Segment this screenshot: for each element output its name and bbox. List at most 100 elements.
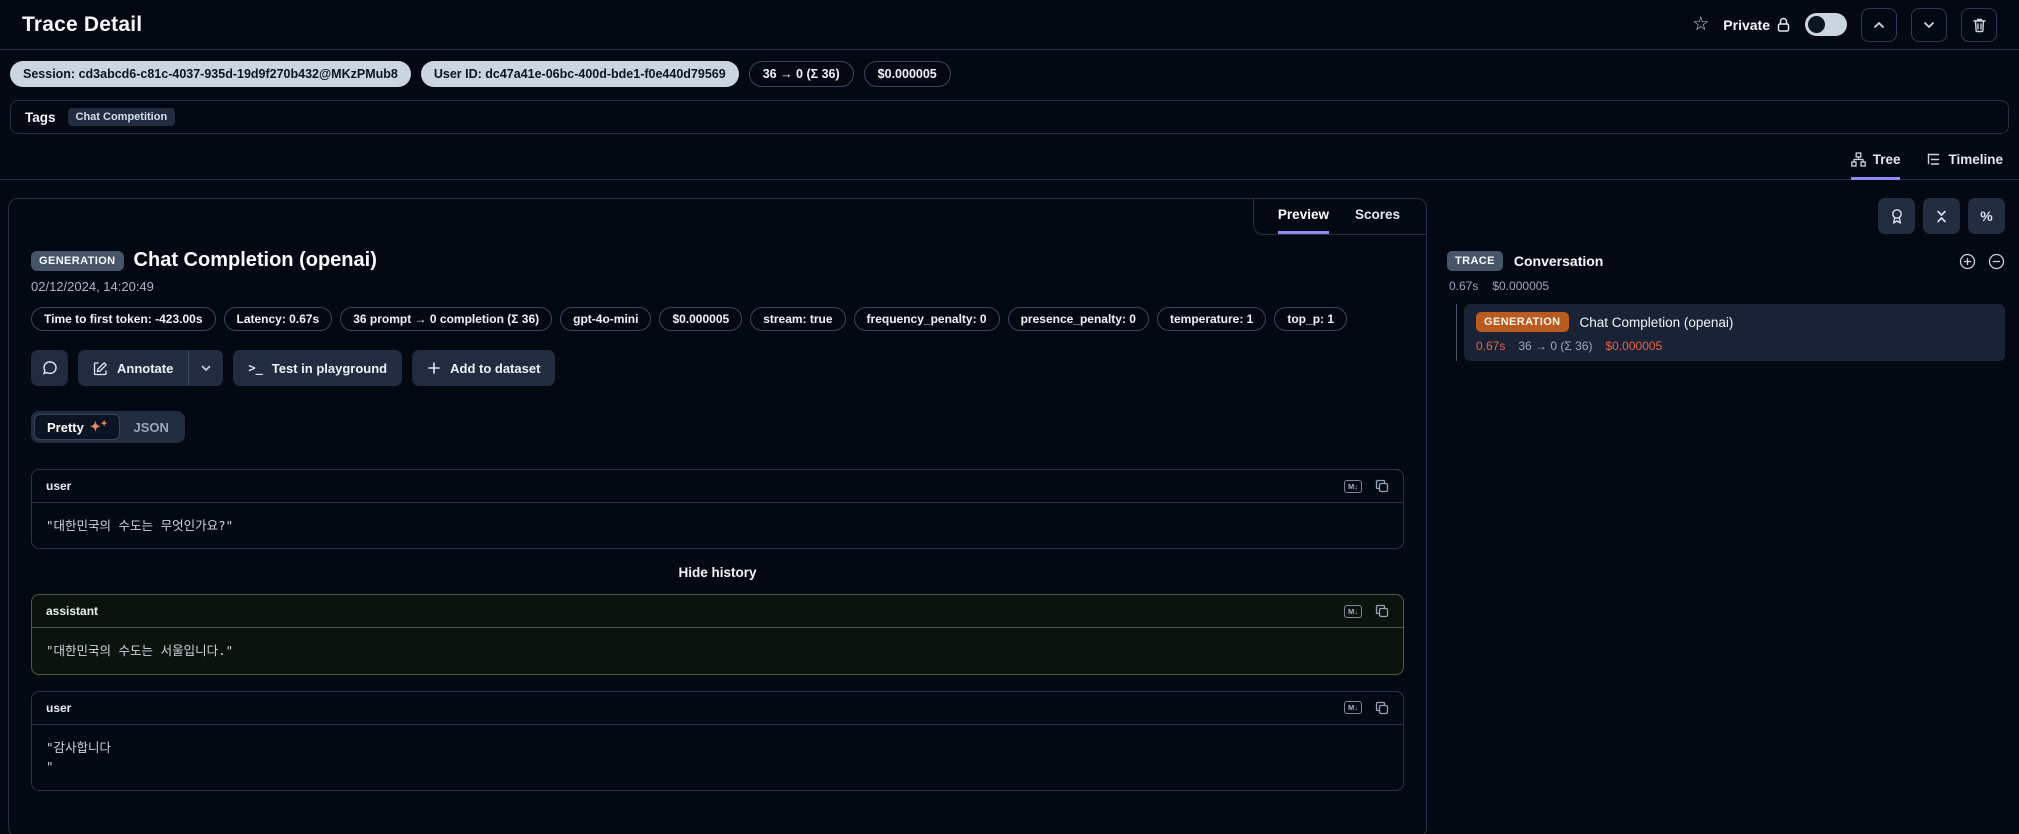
meta-badge-stream: stream: true <box>750 307 846 331</box>
node-title: Chat Completion (openai) <box>1579 314 1734 330</box>
message-header-icons: M↓ <box>1344 479 1389 493</box>
test-in-playground-button[interactable]: >_ Test in playground <box>233 350 403 386</box>
observation-title: Chat Completion (openai) <box>133 249 377 271</box>
trace-detail-page: Trace Detail ☆ Private Session: cd3abcd6… <box>0 0 2019 834</box>
token-usage-badge: 36 → 0 (Σ 36) <box>748 61 854 87</box>
plus-circle-icon[interactable] <box>1959 253 1976 270</box>
node-tokens: 36 → 0 (Σ 36) <box>1518 339 1593 353</box>
tags-row: Tags Chat Competition <box>10 100 2009 134</box>
prev-trace-button[interactable] <box>1861 7 1897 42</box>
minus-circle-icon[interactable] <box>1988 253 2005 270</box>
meta-badge-frequency-penalty: frequency_penalty: 0 <box>853 307 1000 331</box>
observation-preview-panel: Preview Scores GENERATION Chat Completio… <box>8 198 1427 834</box>
header-actions: ☆ Private <box>1692 7 1997 42</box>
page-header: Trace Detail ☆ Private <box>0 0 2019 50</box>
public-toggle[interactable] <box>1805 13 1847 36</box>
tab-timeline[interactable]: Timeline <box>1926 152 2003 180</box>
add-to-dataset-label: Add to dataset <box>450 360 541 376</box>
trace-root-row[interactable]: TRACE Conversation <box>1447 251 2005 271</box>
copy-icon[interactable] <box>1375 604 1389 618</box>
observation-timestamp: 02/12/2024, 14:20:49 <box>31 279 154 294</box>
meta-badge-latency: Latency: 0.67s <box>223 307 333 331</box>
markdown-toggle-icon[interactable]: M↓ <box>1344 701 1362 715</box>
meta-badge-tokens: 36 prompt → 0 completion (Σ 36) <box>340 307 553 331</box>
timeline-icon <box>1926 152 1941 167</box>
privacy-indicator: Private <box>1723 17 1791 33</box>
observation-meta-badges: Time to first token: -423.00s Latency: 0… <box>31 307 1391 331</box>
node-metrics: 0.67s 36 → 0 (Σ 36) $0.000005 <box>1476 339 1993 353</box>
award-icon <box>1889 208 1905 225</box>
message-role: user <box>46 479 72 493</box>
format-json[interactable]: JSON <box>120 415 181 440</box>
messages-list: user M↓ "대한민국의 수도는 무엇인가요?" Hide history … <box>31 469 1404 791</box>
message-user-1: user M↓ "대한민국의 수도는 무엇인가요?" <box>31 469 1404 550</box>
identifier-badges-row: Session: cd3abcd6-c81c-4037-935d-19d9f27… <box>0 50 2019 98</box>
tab-preview[interactable]: Preview <box>1277 207 1329 234</box>
session-badge[interactable]: Session: cd3abcd6-c81c-4037-935d-19d9f27… <box>10 61 411 87</box>
user-id-badge[interactable]: User ID: dc47a41e-06bc-400d-bde1-f0e440d… <box>420 61 739 87</box>
markdown-toggle-icon[interactable]: M↓ <box>1344 479 1362 493</box>
view-mode-tabs: Tree Timeline <box>0 134 2019 180</box>
format-pretty-label: Pretty <box>47 419 84 435</box>
tab-tree-label: Tree <box>1872 152 1901 167</box>
percent-icon: % <box>1980 208 1993 224</box>
annotate-label: Annotate <box>117 360 174 376</box>
tab-scores[interactable]: Scores <box>1355 207 1400 234</box>
tag-chip[interactable]: Chat Competition <box>67 108 176 126</box>
meta-badge-model[interactable]: gpt-4o-mini <box>560 307 652 331</box>
trace-latency: 0.67s <box>1449 279 1479 293</box>
message-header: assistant M↓ <box>32 595 1403 629</box>
message-role: assistant <box>46 604 99 619</box>
message-content: "감사합니다 " <box>46 739 112 775</box>
markdown-toggle-icon[interactable]: M↓ <box>1344 604 1362 618</box>
delete-trace-button[interactable] <box>1961 7 1997 42</box>
terminal-icon: >_ <box>248 361 263 375</box>
next-trace-button[interactable] <box>1911 7 1947 42</box>
content-area: Preview Scores GENERATION Chat Completio… <box>0 180 2019 834</box>
meta-badge-top-p: top_p: 1 <box>1274 307 1348 331</box>
sparkles-icon: ✦✦ <box>89 419 108 434</box>
observation-header: GENERATION Chat Completion (openai) <box>31 249 1404 272</box>
node-latency: 0.67s <box>1476 339 1506 353</box>
message-header-icons: M↓ <box>1344 701 1389 715</box>
comment-icon <box>42 360 58 376</box>
tab-tree[interactable]: Tree <box>1850 152 1901 180</box>
format-pretty[interactable]: Pretty ✦✦ <box>34 414 121 440</box>
message-user-2: user M↓ "감사합니다 " <box>31 690 1404 791</box>
tags-label: Tags <box>25 109 56 125</box>
node-cost: $0.000005 <box>1605 339 1663 353</box>
message-header: user M↓ <box>32 692 1403 725</box>
show-percent-button[interactable]: % <box>1968 198 2005 234</box>
copy-icon[interactable] <box>1375 479 1389 493</box>
format-toggle: Pretty ✦✦ JSON <box>31 411 185 443</box>
tree-node-row: GENERATION Chat Completion (openai) 0.67… <box>1447 304 2005 361</box>
meta-badge-cost: $0.000005 <box>659 307 743 331</box>
message-content: "대한민국의 수도는 서울입니다." <box>46 643 234 659</box>
meta-badge-temperature: temperature: 1 <box>1156 307 1267 331</box>
tree-connector-line <box>1456 304 1457 361</box>
annotate-button[interactable]: Annotate <box>78 350 189 386</box>
annotate-dropdown-button[interactable] <box>189 350 224 386</box>
star-icon[interactable]: ☆ <box>1692 13 1709 36</box>
preview-scores-tabs: Preview Scores <box>1252 199 1426 235</box>
playground-label: Test in playground <box>271 360 388 376</box>
comments-button[interactable] <box>31 350 68 386</box>
collapse-icon <box>1934 209 1949 224</box>
message-role: user <box>46 700 72 715</box>
tree-icon <box>1850 152 1866 167</box>
scores-toggle-button[interactable] <box>1878 198 1915 234</box>
trace-tree-panel: % TRACE Conversation 0.67s $0.000005 GEN… <box>1427 198 2019 361</box>
message-assistant: assistant M↓ "대한민국의 수도는 서울입니다." <box>31 594 1404 675</box>
message-header: user M↓ <box>32 470 1403 503</box>
observation-body: GENERATION Chat Completion (openai) 02/1… <box>9 235 1426 815</box>
chevron-up-icon <box>1872 18 1886 32</box>
generation-tree-node[interactable]: GENERATION Chat Completion (openai) 0.67… <box>1464 304 2005 361</box>
meta-badge-ttft: Time to first token: -423.00s <box>31 307 216 331</box>
observation-actions: Annotate >_ Test in playground Add to da… <box>31 350 1404 386</box>
collapse-all-button[interactable] <box>1923 198 1960 234</box>
total-cost-badge: $0.000005 <box>863 61 951 87</box>
add-to-dataset-button[interactable]: Add to dataset <box>412 350 556 386</box>
trash-icon <box>1972 17 1987 33</box>
copy-icon[interactable] <box>1375 701 1389 715</box>
hide-history-button[interactable]: Hide history <box>31 565 1404 580</box>
